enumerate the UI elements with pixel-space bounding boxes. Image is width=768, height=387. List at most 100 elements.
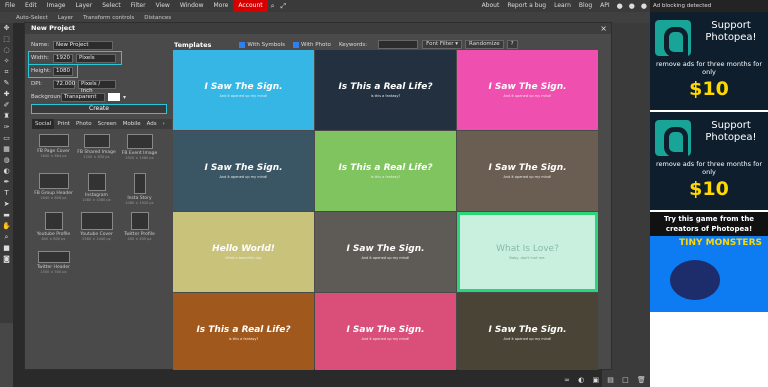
- preset-fb-page-cover[interactable]: FB Page Cover 1640 × 664 px: [32, 131, 75, 170]
- distances-checkbox[interactable]: Distances: [144, 15, 171, 21]
- link-learn[interactable]: Learn: [550, 0, 575, 12]
- tab-mobile[interactable]: Mobile: [120, 119, 144, 129]
- height-input[interactable]: 1080: [53, 66, 73, 76]
- transform-controls-checkbox[interactable]: Transform controls: [83, 15, 134, 21]
- chevron-right-icon[interactable]: ›: [160, 119, 168, 129]
- dodge-tool-icon[interactable]: ◐: [0, 166, 13, 177]
- hand-tool-icon[interactable]: ✋: [0, 221, 13, 232]
- template-tile[interactable]: What Is Love? Baby, don't hurt me.: [457, 212, 598, 292]
- dpi-input[interactable]: 72.000: [53, 79, 75, 89]
- template-tile[interactable]: Is This a Real Life? Is this a fantasy?: [315, 50, 456, 130]
- color-swatches-icon[interactable]: ■: [0, 243, 13, 254]
- brush-tool-icon[interactable]: ✐: [0, 100, 13, 111]
- template-tile[interactable]: I Saw The Sign. And it opened up my mind!: [173, 131, 314, 211]
- tab-social[interactable]: Social: [32, 119, 55, 129]
- name-input[interactable]: New Project: [53, 40, 113, 50]
- tab-ads[interactable]: Ads: [144, 119, 160, 129]
- menu-window[interactable]: Window: [175, 0, 209, 12]
- preset-youtube-cover[interactable]: Youtube Cover 2560 × 1440 px: [75, 209, 118, 248]
- create-button[interactable]: Create: [31, 104, 167, 114]
- blur-tool-icon[interactable]: ◍: [0, 155, 13, 166]
- close-icon[interactable]: ×: [600, 24, 607, 33]
- eraser-tool-icon[interactable]: ▭: [0, 133, 13, 144]
- move-tool-icon[interactable]: ✥: [0, 23, 13, 34]
- link-report-bug[interactable]: Report a bug: [503, 0, 550, 12]
- link-api[interactable]: API: [596, 0, 614, 12]
- menu-more[interactable]: More: [209, 0, 234, 12]
- with-symbols-checkbox[interactable]: With Symbols: [239, 41, 285, 48]
- template-tile[interactable]: Is This a Real Life? Is this a fantasy?: [173, 293, 314, 370]
- twitter-icon[interactable]: ●: [626, 2, 638, 10]
- link-about[interactable]: About: [478, 0, 504, 12]
- crop-tool-icon[interactable]: ⌗: [0, 67, 13, 78]
- with-photo-checkbox[interactable]: With Photo: [293, 41, 331, 48]
- shape-tool-icon[interactable]: ▬: [0, 210, 13, 221]
- help-button[interactable]: ?: [506, 40, 518, 49]
- history-brush-icon[interactable]: ✑: [0, 122, 13, 133]
- template-tile[interactable]: I Saw The Sign. And it opened up my mind!: [457, 131, 598, 211]
- auto-select-checkbox[interactable]: Auto-Select: [16, 15, 48, 21]
- menu-layer[interactable]: Layer: [70, 0, 97, 12]
- lasso-tool-icon[interactable]: ◌: [0, 45, 13, 56]
- menu-filter[interactable]: Filter: [126, 0, 151, 12]
- fullscreen-icon[interactable]: ⤢: [278, 2, 290, 11]
- game-ad[interactable]: Try this game from the creators of Photo…: [650, 212, 768, 312]
- menu-edit[interactable]: Edit: [20, 0, 42, 12]
- width-input[interactable]: 1920: [53, 53, 73, 63]
- gradient-tool-icon[interactable]: ▦: [0, 144, 13, 155]
- background-select[interactable]: Transparent: [61, 92, 105, 102]
- eyedropper-icon[interactable]: ✎: [0, 78, 13, 89]
- pen-tool-icon[interactable]: ✒: [0, 177, 13, 188]
- template-tile[interactable]: I Saw The Sign. And it opened up my mind!: [315, 293, 456, 370]
- menu-file[interactable]: File: [0, 0, 20, 12]
- healing-tool-icon[interactable]: ✚: [0, 89, 13, 100]
- link-blog[interactable]: Blog: [575, 0, 596, 12]
- keywords-input[interactable]: [378, 40, 419, 49]
- marquee-tool-icon[interactable]: ⬚: [0, 34, 13, 45]
- tab-print[interactable]: Print: [54, 119, 73, 129]
- tab-photo[interactable]: Photo: [73, 119, 95, 129]
- template-tile[interactable]: Is This a Real Life? Is this a fantasy?: [315, 131, 456, 211]
- chevron-down-icon[interactable]: ▾: [123, 94, 126, 101]
- preset-youtube-profile[interactable]: Youtube Profile 800 × 800 px: [32, 209, 75, 248]
- zoom-tool-icon[interactable]: ⌕: [0, 232, 13, 243]
- search-icon[interactable]: ⌕: [268, 2, 278, 11]
- stamp-tool-icon[interactable]: ♜: [0, 111, 13, 122]
- menu-select[interactable]: Select: [97, 0, 126, 12]
- adjustment-icon[interactable]: ◐: [575, 376, 587, 387]
- preset-twitter-profile[interactable]: Twitter Profile 400 × 400 px: [118, 209, 161, 248]
- preset-instagram[interactable]: Instagram 1080 × 1080 px: [75, 170, 118, 209]
- preset-fb-event-image[interactable]: FB Event Image 1920 × 1080 px: [118, 131, 161, 170]
- trash-icon[interactable]: 🗑: [634, 376, 649, 387]
- mask-icon[interactable]: ▣: [589, 376, 602, 387]
- template-tile[interactable]: I Saw The Sign. And it opened up my mind!: [457, 50, 598, 130]
- preset-fb-shared-image[interactable]: FB Shared Image 1200 × 630 px: [75, 131, 118, 170]
- randomize-button[interactable]: Randomize: [465, 40, 504, 49]
- reddit-icon[interactable]: ●: [614, 2, 626, 10]
- menu-view[interactable]: View: [151, 0, 175, 12]
- path-select-icon[interactable]: ➤: [0, 199, 13, 210]
- quick-mask-icon[interactable]: ◙: [0, 254, 13, 265]
- dpi-unit-select[interactable]: Pixels / Inch: [78, 79, 116, 94]
- tab-screen[interactable]: Screen: [95, 119, 120, 129]
- preset-twitter-header[interactable]: Twitter Header 1500 × 500 px: [32, 248, 75, 287]
- new-layer-icon[interactable]: □: [619, 376, 632, 387]
- menu-image[interactable]: Image: [42, 0, 71, 12]
- facebook-icon[interactable]: ●: [638, 2, 650, 10]
- layer-style-icon[interactable]: ∞: [561, 376, 573, 387]
- support-ad[interactable]: Support Photopea! remove ads for three m…: [650, 112, 768, 210]
- support-ad[interactable]: Support Photopea! remove ads for three m…: [650, 12, 768, 110]
- template-tile[interactable]: I Saw The Sign. And it opened up my mind!: [457, 293, 598, 370]
- layer-select[interactable]: Layer: [58, 15, 73, 21]
- magic-wand-icon[interactable]: ✧: [0, 56, 13, 67]
- template-tile[interactable]: I Saw The Sign. And it opened up my mind!: [315, 212, 456, 292]
- preset-insta-story[interactable]: Insta Story 1080 × 1920 px: [118, 170, 161, 209]
- template-tile[interactable]: Hello World! What a beautiful day: [173, 212, 314, 292]
- preset-fb-group-header[interactable]: FB Group Header 1640 × 856 px: [32, 170, 75, 209]
- menu-account[interactable]: Account: [233, 0, 268, 12]
- width-unit-select[interactable]: Pixels: [76, 53, 116, 63]
- template-tile[interactable]: I Saw The Sign. And it opened up my mind!: [173, 50, 314, 130]
- font-filter-button[interactable]: Font Filter ▾: [422, 40, 463, 49]
- background-color-swatch[interactable]: [108, 93, 120, 101]
- folder-icon[interactable]: ▤: [604, 376, 617, 387]
